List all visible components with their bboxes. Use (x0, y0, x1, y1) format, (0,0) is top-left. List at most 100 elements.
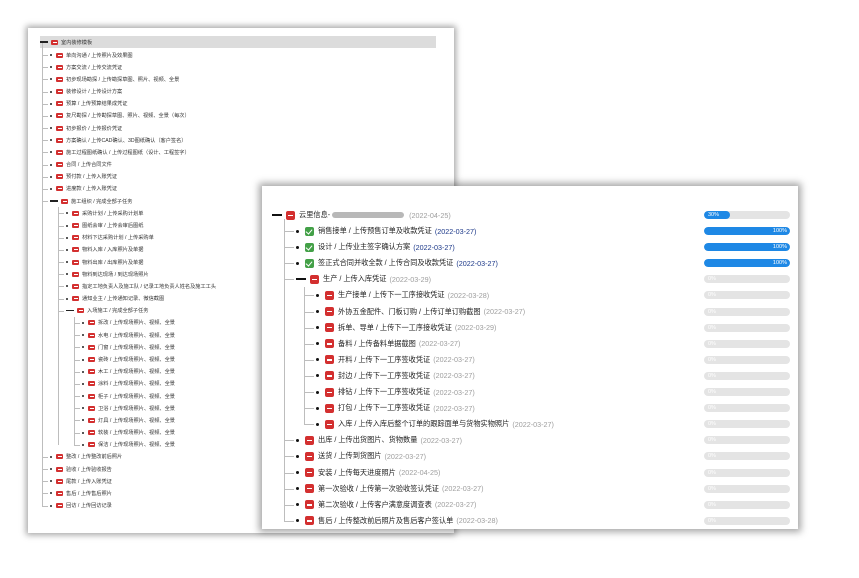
remove-icon[interactable] (56, 466, 63, 472)
remove-icon[interactable] (325, 290, 334, 300)
subtask-row[interactable]: 拆单、导单 / 上传下一工序接收凭证 (2022-03-29) (316, 320, 496, 336)
remove-icon[interactable] (88, 357, 95, 362)
subtask-row[interactable]: 备料 / 上传备料单据截图 (2022-03-27) (316, 336, 460, 352)
subtask-row[interactable]: 入库 / 上传入库后整个订单的跟踪面单与货物实物照片 (2022-03-27) (316, 416, 554, 432)
subtask-row[interactable]: 排钻 / 上传下一工序签收凭证 (2022-03-27) (316, 384, 475, 400)
subtask-row[interactable]: 开料 / 上传下一工序签收凭证 (2022-03-27) (316, 352, 475, 368)
remove-icon[interactable] (325, 307, 334, 316)
tree-item[interactable]: 软装 / 上传现场照片、视频、全景 (82, 427, 175, 439)
tree-item[interactable]: 柜子 / 上传现场照片、视频、全景 (82, 390, 175, 402)
remove-icon[interactable] (72, 271, 79, 277)
tree-item[interactable]: 预付款 / 上传入账凭证 (50, 171, 117, 183)
tree-item[interactable]: 进度款 / 上传入账凭证 (50, 183, 117, 195)
remove-icon[interactable] (88, 344, 95, 350)
remove-icon[interactable] (56, 174, 63, 180)
tree-item[interactable]: 采购计划 / 上传采购计划单 (66, 207, 143, 219)
tree-item[interactable]: 木工 / 上传现场照片、视频、全景 (82, 366, 175, 378)
task-row[interactable]: 第一次验收 / 上传第一次验收签认凭证 (2022-03-27) (296, 481, 484, 497)
tree-item[interactable]: 物料入库 / 入库照片及单据 (66, 244, 143, 256)
check-icon[interactable] (305, 226, 314, 236)
remove-icon[interactable] (56, 186, 63, 192)
remove-icon[interactable] (325, 355, 334, 365)
remove-icon[interactable] (72, 296, 79, 302)
remove-icon[interactable] (56, 52, 63, 58)
remove-icon[interactable] (72, 283, 79, 289)
task-row[interactable]: 设计 / 上传业主签字确认方案 (2022-03-27) (296, 239, 455, 255)
subtask-row[interactable]: 外协五金配件、门板订购 / 上传订单订购截图 (2022-03-27) (316, 304, 525, 320)
tree-item[interactable]: 回访 / 上传回访记录 (50, 500, 112, 512)
tree-item[interactable]: 整改 / 上传整改前后照片 (50, 451, 122, 463)
tree-item[interactable]: 施工组织 / 完成全部子任务 (50, 195, 132, 207)
tree-item[interactable]: 施工过程图纸确认 / 上传过程图纸（设计、工程签字） (50, 146, 190, 158)
remove-icon[interactable] (310, 274, 319, 284)
remove-icon[interactable] (72, 223, 79, 229)
collapse-icon[interactable] (66, 310, 74, 312)
tree-item[interactable]: 物料出库 / 出库照片及单据 (66, 256, 143, 268)
remove-icon[interactable] (77, 308, 84, 314)
task-row[interactable]: 生产 / 上传入库凭证 (2022-03-29) (296, 271, 431, 287)
remove-icon[interactable] (56, 454, 63, 460)
remove-icon[interactable] (72, 247, 79, 253)
task-row[interactable]: 销售接单 / 上传预售订单及收款凭证 (2022-03-27) (296, 223, 476, 239)
task-row[interactable]: 签正式合同并收全款 / 上传合同及收款凭证 (2022-03-27) (296, 255, 498, 271)
remove-icon[interactable] (305, 468, 314, 477)
remove-icon[interactable] (56, 101, 63, 107)
remove-icon[interactable] (56, 503, 63, 509)
remove-icon[interactable] (88, 369, 95, 375)
tree-item[interactable]: 指定工地负责人及施工队 / 记录工地负责人姓名及施工工头 (66, 280, 216, 292)
tree-item[interactable]: 灯具 / 上传现场照片、视频、全景 (82, 414, 175, 426)
tree-item[interactable]: 售后 / 上传售后照片 (50, 487, 112, 499)
remove-icon[interactable] (88, 430, 95, 436)
remove-icon[interactable] (325, 419, 334, 429)
remove-icon[interactable] (56, 162, 63, 168)
task-row[interactable]: 送货 / 上传到货图片 (2022-03-27) (296, 448, 426, 464)
collapse-icon[interactable] (50, 200, 58, 202)
remove-icon[interactable] (88, 442, 95, 448)
remove-icon[interactable] (305, 435, 314, 445)
remove-icon[interactable] (56, 125, 63, 131)
remove-icon[interactable] (56, 478, 63, 484)
remove-icon[interactable] (305, 516, 314, 526)
remove-icon[interactable] (88, 320, 95, 326)
tree-item[interactable]: 拆改 / 上传现场照片、视频、全景 (82, 317, 175, 329)
remove-icon[interactable] (88, 381, 95, 387)
remove-icon[interactable] (56, 490, 63, 496)
task-row[interactable]: 安装 / 上传每天进度照片 (2022-04-25) (296, 465, 440, 481)
remove-icon[interactable] (325, 403, 334, 413)
tree-item[interactable]: 初步报价 / 上传报价凭证 (50, 122, 122, 134)
collapse-icon[interactable] (272, 214, 282, 216)
tree-item[interactable]: 通知业主 / 上传通知记录、微信截图 (66, 293, 164, 305)
remove-icon[interactable] (286, 210, 295, 220)
tree-item[interactable]: 方案交流 / 上传交流凭证 (50, 61, 122, 73)
check-icon[interactable] (305, 258, 314, 268)
remove-icon[interactable] (56, 149, 63, 155)
tree-item[interactable]: 门窗 / 上传现场照片、视频、全景 (82, 341, 175, 353)
tree-item[interactable]: 复尺勘探 / 上传勘探草图、照片、视频、全景（每次） (50, 110, 190, 122)
task-row[interactable]: 售后 / 上传整改前后照片及售后客户签认单 (2022-03-28) (296, 513, 498, 529)
tree-root-row[interactable]: 室内装修模板 (40, 36, 436, 48)
remove-icon[interactable] (88, 405, 95, 411)
remove-icon[interactable] (325, 323, 334, 333)
remove-icon[interactable] (88, 393, 95, 399)
tree-item[interactable]: 预算 / 上传预算结果成凭证 (50, 98, 127, 110)
remove-icon[interactable] (56, 64, 63, 70)
tree-item[interactable]: 单向沟通 / 上传照片及效果图 (50, 49, 133, 61)
tree-item[interactable]: 图纸会审 / 上传会审后图纸 (66, 220, 143, 232)
remove-icon[interactable] (88, 417, 95, 423)
tree-item[interactable]: 装修设计 / 上传设计方案 (50, 86, 122, 98)
tree-item[interactable]: 瓷砖 / 上传现场照片、视频、全景 (82, 354, 175, 366)
remove-icon[interactable] (72, 235, 79, 241)
tree-item[interactable]: 验收 / 上传验收报告 (50, 463, 112, 475)
task-row[interactable]: 第二次验收 / 上传客户满意度调查表 (2022-03-27) (296, 497, 476, 513)
tree-item[interactable]: 物料到达现场 / 到达现场照片 (66, 268, 149, 280)
remove-icon[interactable] (61, 198, 68, 204)
remove-icon[interactable] (325, 339, 334, 349)
tree-item[interactable]: 尾款 / 上传入账凭证 (50, 475, 112, 487)
task-row[interactable]: 出库 / 上传出货图片、货物数量 (2022-03-27) (296, 432, 462, 448)
remove-icon[interactable] (325, 387, 334, 397)
remove-icon[interactable] (305, 451, 314, 461)
tree-item[interactable]: 保洁 / 上传现场照片、视频、全景 (82, 439, 175, 451)
tree-item[interactable]: 涂料 / 上传现场照片、视频、全景 (82, 378, 175, 390)
remove-icon[interactable] (56, 137, 63, 143)
remove-icon[interactable] (51, 39, 58, 45)
